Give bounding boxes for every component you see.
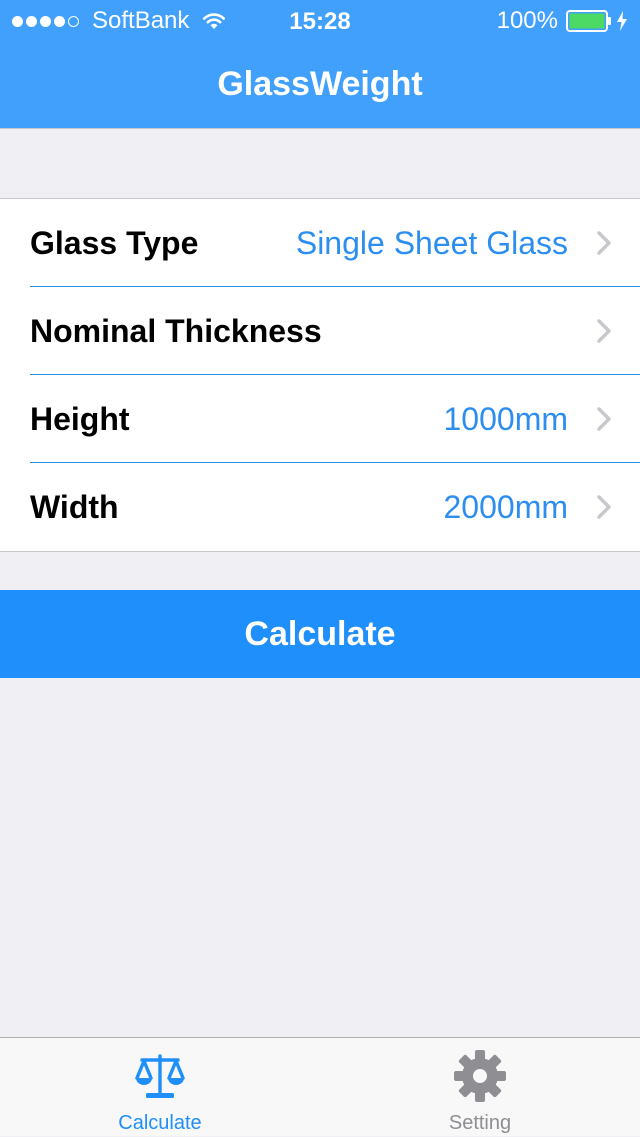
row-width[interactable]: Width 2000mm xyxy=(0,463,640,551)
tab-calculate[interactable]: Calculate xyxy=(0,1038,320,1137)
input-table: Glass Type Single Sheet Glass Nominal Th… xyxy=(0,198,640,552)
tab-setting[interactable]: Setting xyxy=(320,1038,640,1137)
row-value-height: 1000mm xyxy=(443,401,569,437)
page-title: GlassWeight xyxy=(217,65,423,103)
navigation-bar: GlassWeight xyxy=(0,40,640,128)
scale-icon xyxy=(135,1054,185,1098)
tab-bar: Calculate Setting xyxy=(0,1037,640,1136)
chevron-right-icon xyxy=(597,231,611,255)
chevron-right-icon xyxy=(597,495,611,519)
battery-percentage: 100% xyxy=(496,7,558,34)
status-bar: SoftBank 15:28 100% xyxy=(0,0,640,40)
calculate-button[interactable]: Calculate xyxy=(0,590,640,678)
row-height[interactable]: Height 1000mm xyxy=(0,375,640,463)
row-label-glass-type: Glass Type xyxy=(30,225,199,261)
row-label-nominal-thickness: Nominal Thickness xyxy=(30,313,322,349)
row-label-width: Width xyxy=(30,489,119,525)
tab-label-setting: Setting xyxy=(448,1112,512,1134)
row-value-width: 2000mm xyxy=(443,489,569,525)
row-label-height: Height xyxy=(30,401,130,437)
chevron-right-icon xyxy=(597,319,611,343)
gear-icon xyxy=(454,1050,506,1102)
battery-icon xyxy=(566,10,611,32)
row-nominal-thickness[interactable]: Nominal Thickness xyxy=(0,287,640,375)
chevron-right-icon xyxy=(597,407,611,431)
charging-bolt-icon xyxy=(617,11,627,31)
tab-label-calculate: Calculate xyxy=(118,1112,202,1134)
row-glass-type[interactable]: Glass Type Single Sheet Glass xyxy=(0,199,640,287)
nav-divider xyxy=(0,128,640,129)
row-value-glass-type: Single Sheet Glass xyxy=(295,225,568,261)
status-right: 100% xyxy=(496,7,628,34)
